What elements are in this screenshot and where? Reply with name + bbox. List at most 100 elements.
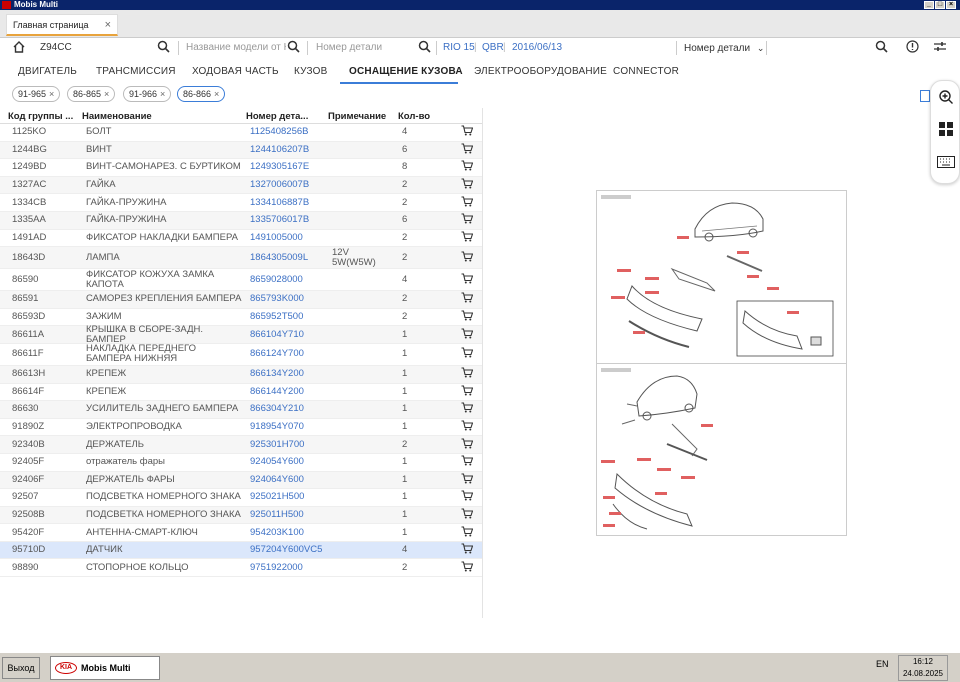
vin-search-icon[interactable] (157, 40, 170, 57)
cell-part-number[interactable]: 925021H500 (250, 492, 304, 502)
table-row[interactable]: 98890 СТОПОРНОЕ КОЛЬЦО 9751922000 2 (0, 559, 482, 578)
add-to-cart-icon[interactable] (461, 438, 473, 452)
info-icon[interactable] (906, 40, 919, 57)
add-to-cart-icon[interactable] (461, 178, 473, 192)
col-header-group-code[interactable]: Код группы ... (8, 111, 73, 122)
part-number-input[interactable]: Номер детали (316, 38, 382, 58)
cell-part-number[interactable]: 866124Y700 (250, 349, 304, 359)
tab-body-equipment[interactable]: ОСНАЩЕНИЕ КУЗОВА (349, 66, 463, 77)
parts-diagram[interactable] (596, 190, 847, 536)
chip-group[interactable]: 91-965 × (12, 86, 61, 102)
add-to-cart-icon[interactable] (461, 455, 473, 469)
cell-part-number[interactable]: 866304Y210 (250, 404, 304, 414)
add-to-cart-icon[interactable] (461, 543, 473, 557)
add-to-cart-icon[interactable] (461, 251, 473, 265)
chip-close-icon[interactable]: × (214, 89, 219, 99)
table-row[interactable]: 86613H КРЕПЕЖ 866134Y200 1 (0, 365, 482, 384)
add-to-cart-icon[interactable] (461, 160, 473, 174)
cell-part-number[interactable]: 866104Y710 (250, 329, 304, 340)
grid-view-icon[interactable] (936, 121, 956, 141)
add-to-cart-icon[interactable] (461, 292, 473, 306)
tab-close-icon[interactable]: × (105, 15, 111, 35)
table-row[interactable]: 86611F НАКЛАДКА ПЕРЕДНЕГО БАМПЕРА НИЖНЯЯ 8… (0, 344, 482, 366)
table-row[interactable]: 1327AC ГАЙКА 1327006007B 2 (0, 176, 482, 195)
add-to-cart-icon[interactable] (461, 196, 473, 210)
cell-part-number[interactable]: 1327006007B (250, 180, 309, 190)
cell-part-number[interactable]: 1125408256B (250, 127, 308, 137)
add-to-cart-icon[interactable] (461, 310, 473, 324)
table-row[interactable]: 86591 САМОРЕЗ КРЕПЛЕНИЯ БАМПЕРА 865793K000… (0, 291, 482, 309)
add-to-cart-icon[interactable] (461, 273, 473, 287)
home-icon[interactable] (12, 40, 26, 58)
table-row[interactable]: 92406F ДЕРЖАТЕЛЬ ФАРЫ 924064Y600 1 (0, 471, 482, 490)
cell-part-number[interactable]: 865793K000 (250, 294, 304, 304)
maximize-icon[interactable]: □ (935, 1, 945, 9)
system-clock[interactable]: 16:12 24.08.2025 (898, 655, 948, 681)
model-name-input[interactable]: Название модели от Ка (186, 38, 286, 58)
col-header-qty[interactable]: Кол-во (398, 111, 430, 122)
add-to-cart-icon[interactable] (461, 490, 473, 504)
global-search-icon[interactable] (875, 40, 888, 57)
cell-part-number[interactable]: 866144Y200 (250, 386, 304, 397)
add-to-cart-icon[interactable] (461, 328, 473, 342)
close-window-icon[interactable]: × (946, 1, 956, 9)
tab-body[interactable]: КУЗОВ (294, 66, 327, 77)
cell-part-number[interactable]: 1864305009L (250, 252, 308, 263)
cell-part-number[interactable]: 957204Y600VC5 (250, 545, 322, 555)
cell-part-number[interactable]: 1335706017B (250, 215, 309, 225)
cell-part-number[interactable]: 865952T500 (250, 312, 303, 322)
tab-engine[interactable]: ДВИГАТЕЛЬ (18, 66, 77, 77)
table-row[interactable]: 92508B ПОДСВЕТКА НОМЕРНОГО ЗНАКА 925011H50… (0, 506, 482, 525)
cell-part-number[interactable]: 925301H700 (250, 439, 304, 450)
table-row[interactable]: 92340B ДЕРЖАТЕЛЬ 925301H700 2 (0, 436, 482, 454)
add-to-cart-icon[interactable] (461, 508, 473, 522)
table-row[interactable]: 86614F КРЕПЕЖ 866144Y200 1 (0, 384, 482, 402)
table-row[interactable]: 92507 ПОДСВЕТКА НОМЕРНОГО ЗНАКА 925021H500… (0, 489, 482, 507)
add-to-cart-icon[interactable] (461, 420, 473, 434)
table-row[interactable]: 95420F АНТЕННА-СМАРТ-КЛЮЧ 954203K100 1 (0, 524, 482, 542)
part-search-icon[interactable] (418, 40, 431, 57)
model-info-rio[interactable]: RIO 15 (443, 38, 475, 58)
cell-part-number[interactable]: 9751922000 (250, 562, 303, 573)
cell-part-number[interactable]: 1244106207B (250, 144, 309, 155)
add-to-cart-icon[interactable] (461, 367, 473, 381)
chip-group[interactable]: 86-865 × (67, 86, 116, 102)
chip-close-icon[interactable]: × (160, 89, 165, 99)
chip-close-icon[interactable]: × (104, 89, 109, 99)
add-to-cart-icon[interactable] (461, 125, 473, 139)
cell-part-number[interactable]: 918954Y070 (250, 422, 304, 432)
zoom-in-icon[interactable] (936, 89, 956, 109)
keyboard-icon[interactable] (936, 153, 956, 173)
chip-close-icon[interactable]: × (49, 89, 54, 99)
table-row[interactable]: 86590 ФИКСАТОР КОЖУХА ЗАМКА КАПОТА 8659028… (0, 269, 482, 292)
table-row[interactable]: 95710D ДАТЧИК 957204Y600VC5 4 (0, 541, 482, 560)
add-to-cart-icon[interactable] (461, 347, 473, 361)
add-to-cart-icon[interactable] (461, 231, 473, 245)
language-indicator[interactable]: EN (876, 659, 889, 669)
add-to-cart-icon[interactable] (461, 473, 473, 487)
model-info-code[interactable]: QBR (482, 38, 504, 58)
chip-group[interactable]: 91-966 × (123, 86, 172, 102)
table-row[interactable]: 86611A КРЫШКА В СБОРЕ-ЗАДН. БАМПЕР 866104Y… (0, 324, 482, 344)
model-search-icon[interactable] (287, 40, 300, 57)
table-row[interactable]: 1125KO БОЛТ 1125408256B 4 (0, 124, 482, 142)
table-row[interactable]: 1249BD ВИНТ-САМОНАРЕЗ. С БУРТИКОМ 12493051… (0, 159, 482, 177)
table-row[interactable]: 1335AA ГАЙКА-ПРУЖИНА 1335706017B 6 (0, 211, 482, 230)
table-row[interactable]: 92405F отражатель фары 924054Y600 1 (0, 454, 482, 472)
tab-home[interactable]: Главная страница × (6, 14, 118, 36)
cell-part-number[interactable]: 925011H500 (250, 509, 304, 520)
global-search-input[interactable] (772, 38, 872, 58)
minimize-icon[interactable]: _ (924, 1, 934, 9)
vin-input[interactable]: Z94CC (40, 38, 72, 58)
chip-group-selected[interactable]: 86-866 × (177, 86, 226, 102)
pane-divider[interactable] (482, 108, 483, 618)
table-row[interactable]: 1244BG ВИНТ 1244106207B 6 (0, 141, 482, 160)
tab-transmission[interactable]: ТРАНСМИССИЯ (96, 66, 176, 77)
add-to-cart-icon[interactable] (461, 561, 473, 575)
cell-part-number[interactable]: 1491005000 (250, 232, 303, 243)
tab-connector[interactable]: CONNECTOR (613, 66, 679, 77)
cell-part-number[interactable]: 1334106887B (250, 197, 309, 208)
col-header-name[interactable]: Наименование (82, 111, 152, 122)
cell-part-number[interactable]: 954203K100 (250, 527, 304, 538)
panel-toggle-icon[interactable] (920, 90, 930, 102)
